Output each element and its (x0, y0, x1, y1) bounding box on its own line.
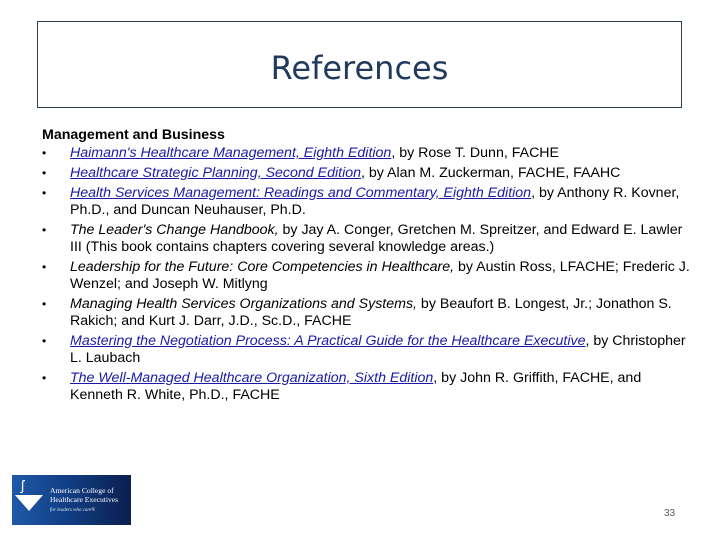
page-number: 33 (664, 508, 676, 519)
reference-item: Health Services Management: Readings and… (42, 185, 692, 220)
section-heading: Management and Business (42, 127, 225, 143)
reference-author: , by Rose T. Dunn, FACHE (391, 145, 560, 162)
torch-flame-icon: ʃ (21, 477, 25, 493)
reference-author: , by Alan M. Zuckerman, FACHE, FAAHC (361, 164, 621, 181)
logo-line-2: Healthcare Executives (50, 494, 119, 504)
reference-title: The Leader's Change Handbook, (70, 221, 279, 238)
reference-item: The Leader's Change Handbook, by Jay A. … (42, 222, 692, 257)
reference-title: Leadership for the Future: Core Competen… (70, 258, 455, 275)
reference-title-link[interactable]: Health Services Management: Readings and… (70, 185, 531, 201)
reference-item: Mastering the Negotiation Process: A Pra… (42, 333, 692, 368)
reference-item: Healthcare Strategic Planning, Second Ed… (42, 164, 692, 183)
logo-text: American College of Healthcare Executive… (50, 486, 119, 504)
reference-list: Haimann's Healthcare Management, Eighth … (42, 145, 692, 404)
reference-item: Leadership for the Future: Core Competen… (42, 259, 692, 294)
reference-title-link[interactable]: Mastering the Negotiation Process: A Pra… (70, 333, 585, 349)
reference-item: Haimann's Healthcare Management, Eighth … (42, 145, 692, 163)
logo-tagline: for leaders who care® (50, 508, 96, 513)
reference-title-link[interactable]: The Well-Managed Healthcare Organization… (70, 370, 433, 386)
reference-item: The Well-Managed Healthcare Organization… (42, 370, 692, 405)
slide-title: References (270, 48, 449, 87)
reference-item: Managing Health Services Organizations a… (42, 296, 692, 331)
slide-content: Management and Business Haimann's Health… (42, 127, 692, 407)
reference-title-link[interactable]: Healthcare Strategic Planning, Second Ed… (70, 165, 361, 181)
ache-logo: ʃ American College of Healthcare Executi… (12, 475, 131, 525)
title-box: References (37, 21, 682, 108)
reference-title-link[interactable]: Haimann's Healthcare Management, Eighth … (70, 145, 391, 161)
torch-bowl-icon (15, 495, 43, 511)
reference-title: Managing Health Services Organizations a… (70, 295, 417, 312)
